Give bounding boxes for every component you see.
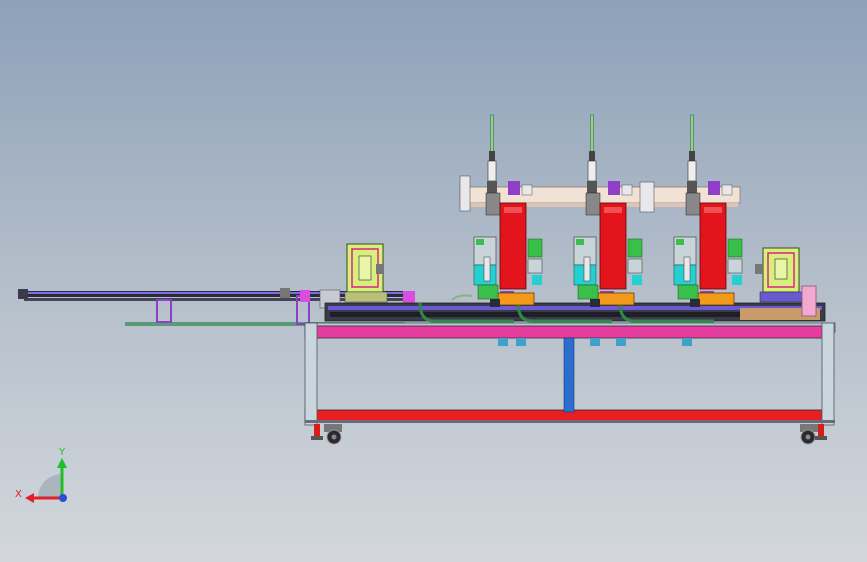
- z-axis-marker: [59, 494, 67, 502]
- frame-fittings: [498, 338, 692, 346]
- press-unit-1: [473, 114, 543, 308]
- y-axis-label: Y: [58, 447, 66, 458]
- leveling-foot-left: [311, 424, 323, 440]
- caster-right: [800, 424, 818, 445]
- caster-left: [324, 424, 342, 445]
- machine-frame: [304, 322, 836, 426]
- conveyor-support-mid: [296, 290, 310, 325]
- x-axis-label: X: [15, 489, 22, 500]
- work-plate: [324, 302, 826, 322]
- triad-quadrant: [38, 474, 62, 498]
- y-axis-arrowhead: [57, 458, 67, 468]
- cad-viewport[interactable]: Y X: [0, 0, 867, 562]
- press-unit-3: [673, 114, 743, 308]
- press-unit-2: [573, 114, 643, 308]
- conveyor-support-left: [156, 299, 172, 323]
- coordinate-triad: Y X: [15, 447, 67, 503]
- x-axis-arrowhead: [25, 493, 34, 503]
- assembly-drawing: Y X: [15, 114, 836, 503]
- left-control-box: [344, 243, 388, 303]
